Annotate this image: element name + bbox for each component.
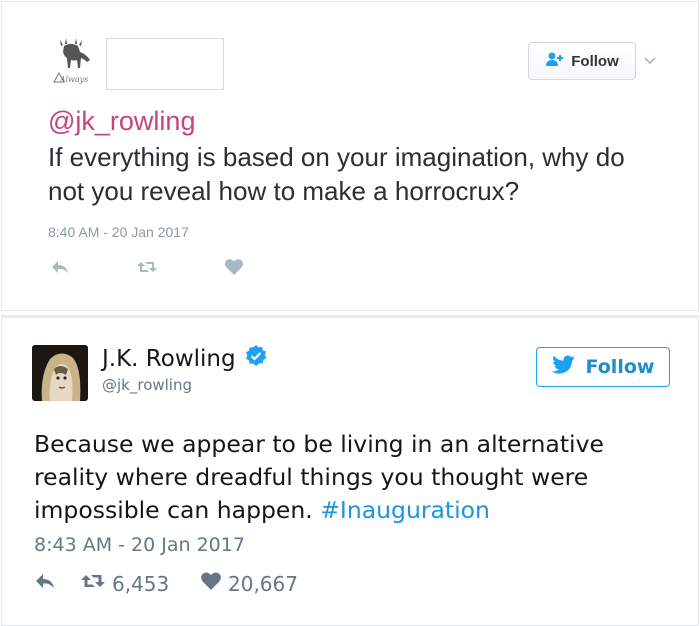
- follow-label: Follow: [585, 356, 655, 378]
- retweet-count: 6,453: [112, 571, 170, 596]
- display-name[interactable]: J.K. Rowling: [102, 344, 268, 374]
- tweet-card-question: Always Follow @jk_rowling If everything …: [1, 1, 699, 311]
- user-handle[interactable]: @jk_rowling: [102, 376, 192, 394]
- like-count: 20,667: [228, 571, 298, 596]
- tweet-text: If everything is based on your imaginati…: [48, 142, 625, 206]
- reply-button[interactable]: [34, 571, 56, 596]
- verified-badge-icon: [244, 344, 268, 374]
- display-name-text: J.K. Rowling: [102, 346, 236, 372]
- timestamp[interactable]: 8:43 AM - 20 Jan 2017: [34, 534, 245, 556]
- mention-link[interactable]: @jk_rowling: [48, 106, 195, 137]
- reply-icon: [34, 571, 56, 596]
- tweet-text: Because we appear to be living in an alt…: [34, 428, 674, 527]
- tweet-text-body: Because we appear to be living in an alt…: [34, 430, 604, 524]
- follow-label: Follow: [571, 52, 619, 70]
- heart-icon[interactable]: [224, 258, 244, 276]
- avatar[interactable]: [32, 345, 88, 401]
- name-placeholder-box: [106, 38, 224, 90]
- tweet-card-reply: J.K. Rowling @jk_rowling Follow Because …: [1, 315, 699, 626]
- retweet-icon: [80, 571, 106, 596]
- retweet-icon[interactable]: [136, 258, 157, 276]
- heart-icon: [200, 571, 222, 596]
- hashtag-link[interactable]: #Inauguration: [320, 496, 490, 524]
- add-user-icon: [545, 51, 565, 71]
- reply-icon[interactable]: [50, 258, 70, 276]
- deer-logo-icon[interactable]: Always: [46, 30, 102, 86]
- chevron-down-icon[interactable]: [642, 52, 658, 68]
- retweet-button[interactable]: 6,453: [80, 571, 169, 596]
- like-button[interactable]: 20,667: [200, 571, 298, 596]
- follow-button[interactable]: Follow: [528, 42, 636, 80]
- timestamp[interactable]: 8:40 AM - 20 Jan 2017: [48, 224, 189, 240]
- twitter-bird-icon: [551, 355, 576, 380]
- follow-button[interactable]: Follow: [536, 347, 670, 387]
